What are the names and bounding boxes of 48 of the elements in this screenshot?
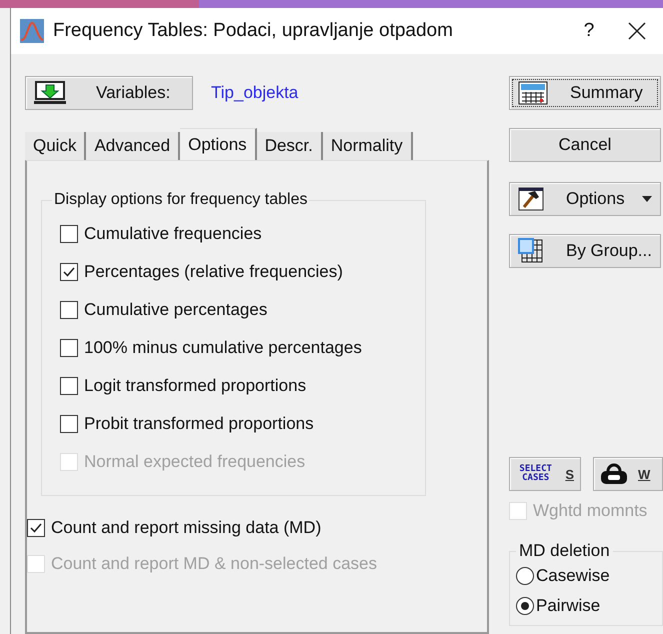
option-label: Count and report missing data (MD) [51,518,322,538]
checkbox[interactable] [27,519,45,537]
variable-name: Tip_objekta [211,83,298,103]
option-label: Normal expected frequencies [84,452,306,472]
tab[interactable]: Descr. [256,132,323,160]
weight-button[interactable]: W [593,457,663,491]
variables-button[interactable]: Variables: [25,76,193,110]
radio-button[interactable] [516,567,534,585]
option-label: Pairwise [536,596,600,616]
option-label: Logit transformed proportions [84,376,306,396]
tab[interactable]: Normality [322,132,413,160]
hammer-icon [518,187,544,211]
window-title: Frequency Tables: Podaci, upravljanje otpadom [53,20,454,42]
side-button[interactable]: Options [509,182,661,216]
option-label: Probit transformed proportions [84,414,314,434]
option-label: 100% minus cumulative percentages [84,338,362,358]
checkbox[interactable] [60,377,78,395]
cancel-button[interactable]: Cancel [509,128,661,162]
tab[interactable]: Advanced [86,132,180,160]
checkbox[interactable] [60,301,78,319]
weight-icon [600,463,628,485]
table-icon [518,81,548,105]
side-button[interactable]: By Group... [509,234,661,268]
download-icon [34,81,66,105]
checkmark-icon [29,521,43,535]
radio-button[interactable] [516,597,534,615]
grid-icon [518,238,544,264]
tab[interactable]: Options [180,128,257,160]
group-title: Display options for frequency tables [53,191,308,209]
tab[interactable]: Quick [25,132,86,160]
app-icon [19,18,45,44]
help-button[interactable]: ? [559,20,619,42]
select-cases-button[interactable]: SELECT CASES S [509,457,581,491]
option-label: Casewise [536,566,610,586]
option-label: Cumulative frequencies [84,224,262,244]
checkmark-icon [62,265,76,279]
option-label: Count and report MD & non-selected cases [51,554,378,574]
close-icon[interactable] [627,21,647,41]
option-label: Cumulative percentages [84,300,268,320]
side-button[interactable]: Summary [509,76,661,110]
dropdown-caret-icon [642,196,652,202]
checkbox[interactable] [60,415,78,433]
checkbox[interactable] [60,263,78,281]
option-label: Wghtd momnts [533,501,648,521]
option-label: Percentages (relative frequencies) [84,262,343,282]
checkbox[interactable] [60,339,78,357]
checkbox[interactable] [60,225,78,243]
group-title: MD deletion [518,541,611,561]
